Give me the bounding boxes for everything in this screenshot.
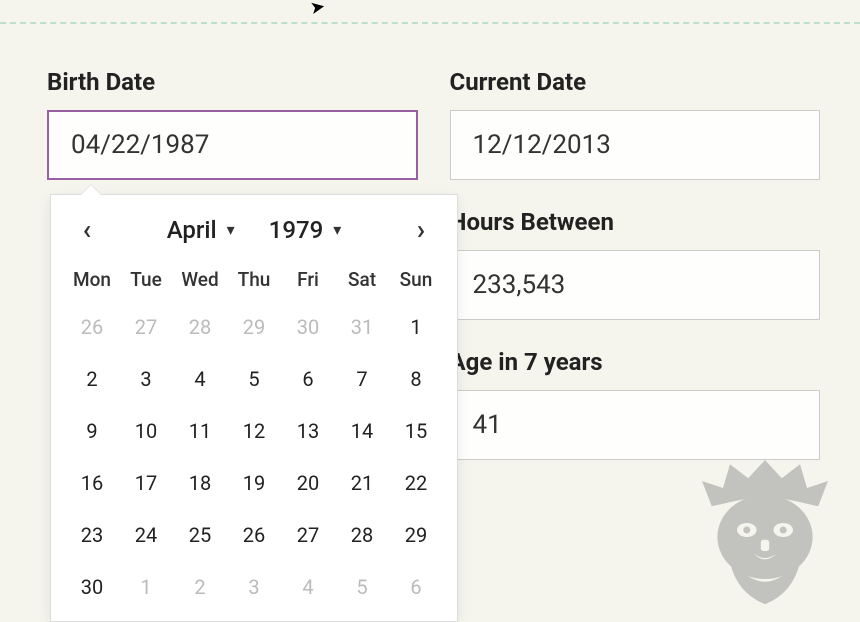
calendar-day[interactable]: 1 (389, 301, 443, 353)
calendar-day[interactable]: 20 (281, 457, 335, 509)
calendar-day[interactable]: 1 (119, 561, 173, 613)
calendar-day[interactable]: 4 (173, 353, 227, 405)
calendar-day[interactable]: 2 (65, 353, 119, 405)
calendar-day[interactable]: 21 (335, 457, 389, 509)
calendar-day[interactable]: 28 (335, 509, 389, 561)
birth-date-label: Birth Date (47, 68, 418, 96)
next-month-button[interactable]: › (407, 213, 435, 246)
day-of-week-header: Tue (119, 256, 173, 301)
cursor-icon: ➤ (308, 0, 327, 19)
current-date-label: Current Date (450, 68, 821, 96)
age-in-7-field: Age in 7 years (450, 348, 821, 460)
calendar-day[interactable]: 23 (65, 509, 119, 561)
hours-between-label: Hours Between (450, 208, 821, 236)
calendar-day[interactable]: 9 (65, 405, 119, 457)
year-select[interactable]: 1979 ▾ (269, 216, 342, 244)
logo-icon (695, 450, 835, 610)
datepicker-grid: MonTueWedThuFriSatSun2627282930311234567… (51, 256, 457, 613)
calendar-day[interactable]: 18 (173, 457, 227, 509)
calendar-day[interactable]: 6 (389, 561, 443, 613)
day-of-week-header: Sun (389, 256, 443, 301)
calendar-day[interactable]: 4 (281, 561, 335, 613)
month-label: April (167, 216, 217, 244)
calendar-day[interactable]: 16 (65, 457, 119, 509)
calendar-day[interactable]: 27 (119, 301, 173, 353)
datepicker-selectors: April ▾ 1979 ▾ (167, 216, 342, 244)
prev-month-button[interactable]: ‹ (73, 213, 101, 246)
month-select[interactable]: April ▾ (167, 216, 235, 244)
day-of-week-header: Thu (227, 256, 281, 301)
calendar-day[interactable]: 5 (227, 353, 281, 405)
day-of-week-header: Sat (335, 256, 389, 301)
calendar-day[interactable]: 31 (335, 301, 389, 353)
calendar-day[interactable]: 30 (281, 301, 335, 353)
birth-date-input[interactable] (47, 110, 418, 180)
current-date-input[interactable] (450, 110, 821, 180)
day-of-week-header: Mon (65, 256, 119, 301)
calendar-day[interactable]: 27 (281, 509, 335, 561)
chevron-down-icon: ▾ (227, 220, 235, 239)
calendar-day[interactable]: 25 (173, 509, 227, 561)
current-date-field: Current Date (450, 68, 821, 180)
calendar-day[interactable]: 7 (335, 353, 389, 405)
calendar-day[interactable]: 3 (119, 353, 173, 405)
calendar-day[interactable]: 22 (389, 457, 443, 509)
calendar-day[interactable]: 30 (65, 561, 119, 613)
birth-date-field: Birth Date (47, 68, 418, 180)
day-of-week-header: Fri (281, 256, 335, 301)
datepicker-popup: ‹ April ▾ 1979 ▾ › MonTueWedThuFriSatSun… (50, 194, 458, 622)
calendar-day[interactable]: 26 (65, 301, 119, 353)
calendar-day[interactable]: 26 (227, 509, 281, 561)
calendar-day[interactable]: 29 (227, 301, 281, 353)
calendar-day[interactable]: 15 (389, 405, 443, 457)
calendar-day[interactable]: 2 (173, 561, 227, 613)
calendar-day[interactable]: 11 (173, 405, 227, 457)
calendar-day[interactable]: 12 (227, 405, 281, 457)
top-divider (0, 22, 860, 24)
calendar-day[interactable]: 13 (281, 405, 335, 457)
calendar-day[interactable]: 5 (335, 561, 389, 613)
age-in-7-label: Age in 7 years (450, 348, 821, 376)
hours-between-field: Hours Between (450, 208, 821, 320)
calendar-day[interactable]: 28 (173, 301, 227, 353)
calendar-day[interactable]: 3 (227, 561, 281, 613)
calendar-day[interactable]: 19 (227, 457, 281, 509)
day-of-week-header: Wed (173, 256, 227, 301)
calendar-day[interactable]: 8 (389, 353, 443, 405)
calendar-day[interactable]: 24 (119, 509, 173, 561)
calendar-day[interactable]: 14 (335, 405, 389, 457)
chevron-down-icon: ▾ (333, 220, 341, 239)
calendar-day[interactable]: 6 (281, 353, 335, 405)
calendar-day[interactable]: 17 (119, 457, 173, 509)
year-label: 1979 (269, 216, 324, 244)
calendar-day[interactable]: 10 (119, 405, 173, 457)
calendar-day[interactable]: 29 (389, 509, 443, 561)
hours-between-input[interactable] (450, 250, 821, 320)
datepicker-header: ‹ April ▾ 1979 ▾ › (51, 195, 457, 256)
